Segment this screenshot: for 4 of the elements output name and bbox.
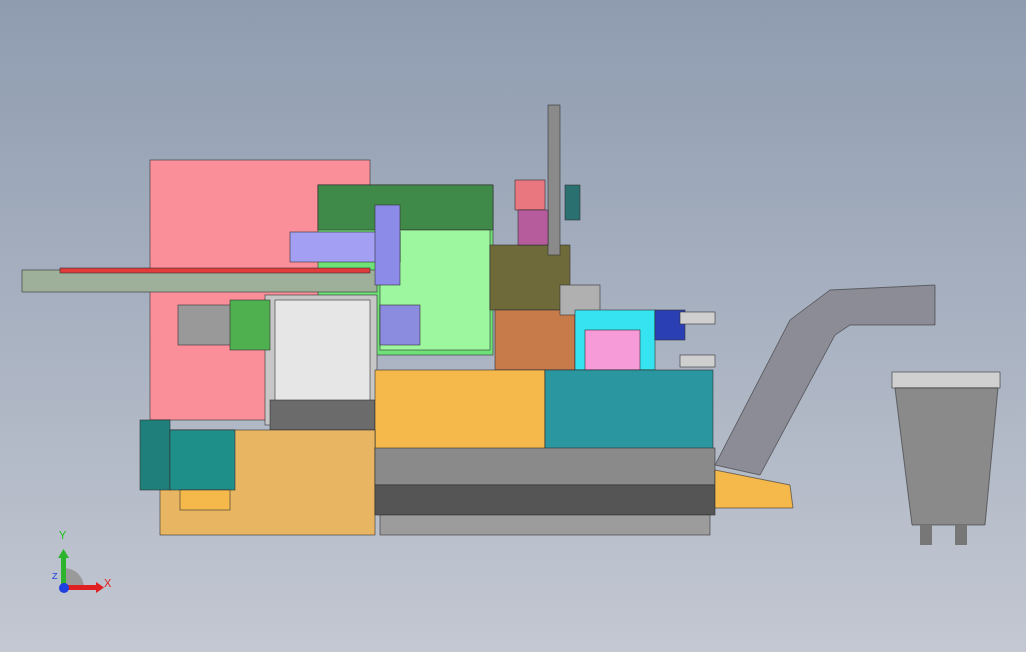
cad-viewport[interactable]: Y Z X [0,0,1026,652]
x-axis-label: X [104,578,112,589]
y-axis-label: Y [59,530,67,541]
z-axis-label: Z [52,572,58,581]
